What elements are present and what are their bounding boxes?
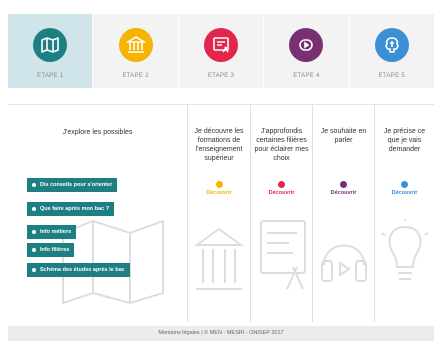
step-1-circle	[33, 28, 68, 62]
filieres-decouvrir-link[interactable]: Découvrir	[251, 181, 312, 196]
filieres-column: J'approfondis certaines filières pour éc…	[251, 105, 313, 322]
bullet-icon	[32, 183, 36, 187]
step-2-circle	[118, 28, 153, 62]
footer-text[interactable]: Mentions légales | © MEN - MESRI - ONISE…	[158, 330, 283, 336]
building-icon	[125, 36, 146, 53]
step-2[interactable]: ETAPE 2	[93, 14, 179, 88]
link-apres-bac-button[interactable]: Que faire après mon bac ?	[27, 202, 115, 216]
parler-decouvrir-link[interactable]: Découvrir	[313, 181, 374, 196]
location-pin-icon	[401, 181, 408, 188]
demander-decouvrir-label: Découvrir	[391, 190, 418, 196]
screen-icon	[213, 37, 229, 53]
parler-decouvrir-label: Découvrir	[330, 190, 357, 196]
steps-nav: ETAPE 1 ETAPE 2 ETAPE 3 ETAPE 4 ETAPE 5	[8, 14, 435, 88]
formations-column: Je découvre les formations de l'enseigne…	[188, 105, 251, 322]
step-5[interactable]: ETAPE 5	[349, 14, 435, 88]
explore-title: J'explore les possibles	[62, 129, 133, 136]
step-4-label: ETAPE 4	[293, 73, 320, 79]
footer-bar: Mentions légales | © MEN - MESRI - ONISE…	[8, 326, 434, 341]
headphones-illustration	[321, 244, 367, 282]
bullet-icon	[32, 268, 36, 272]
step-3[interactable]: ETAPE 3	[178, 14, 265, 88]
link-schema-button[interactable]: Schéma des études après le bac	[27, 263, 130, 277]
formations-title: Je découvre les formations de l'enseigne…	[194, 128, 244, 162]
filieres-decouvrir-label: Découvrir	[268, 190, 295, 196]
demander-title: Je précise ce que je vais demander	[383, 128, 426, 153]
step-2-label: ETAPE 2	[122, 73, 149, 79]
demander-column: Je précise ce que je vais demander Décou…	[375, 105, 434, 322]
building-illustration	[194, 227, 244, 290]
step-1[interactable]: ETAPE 1	[8, 14, 94, 88]
location-pin-icon	[215, 181, 223, 188]
link-info-metiers-button[interactable]: Info métiers	[27, 225, 77, 239]
step-4[interactable]: ETAPE 4	[264, 14, 350, 88]
link-conseils-label: Dis conseils pour s'orienter	[40, 182, 113, 188]
screen-illustration	[260, 220, 306, 290]
formations-decouvrir-link[interactable]: Découvrir	[188, 181, 250, 196]
step-5-label: ETAPE 5	[378, 73, 405, 79]
content-panel: J'explore les possibles Dis conseils pou…	[8, 104, 434, 322]
audio-icon	[299, 39, 314, 51]
bullet-icon	[32, 207, 36, 211]
explore-column: J'explore les possibles Dis conseils pou…	[8, 105, 188, 322]
link-info-filieres-button[interactable]: Info filières	[27, 243, 75, 257]
step-3-circle	[204, 28, 239, 62]
bullet-icon	[32, 248, 36, 252]
formations-decouvrir-label: Découvrir	[206, 190, 232, 196]
bullet-icon	[32, 230, 36, 234]
location-pin-icon	[340, 181, 347, 188]
parler-column: Je souhaite en parler Découvrir	[313, 105, 375, 322]
brain-icon	[385, 37, 399, 53]
link-info-filieres-label: Info filières	[40, 247, 70, 253]
lightbulb-illustration	[381, 219, 429, 280]
demander-decouvrir-link[interactable]: Découvrir	[375, 181, 434, 196]
location-pin-icon	[278, 181, 285, 188]
filieres-title: J'approfondis certaines filières pour éc…	[254, 128, 309, 162]
step-3-label: ETAPE 3	[207, 73, 235, 79]
link-schema-label: Schéma des études après le bac	[40, 267, 125, 273]
step-5-circle	[374, 28, 409, 62]
link-conseils-button[interactable]: Dis conseils pour s'orienter	[27, 178, 118, 192]
parler-title: Je souhaite en parler	[320, 128, 367, 144]
link-info-metiers-label: Info métiers	[40, 229, 72, 235]
map-icon	[41, 37, 60, 53]
link-apres-bac-label: Que faire après mon bac ?	[40, 206, 110, 212]
step-1-label: ETAPE 1	[37, 73, 64, 79]
step-4-circle	[289, 28, 324, 62]
